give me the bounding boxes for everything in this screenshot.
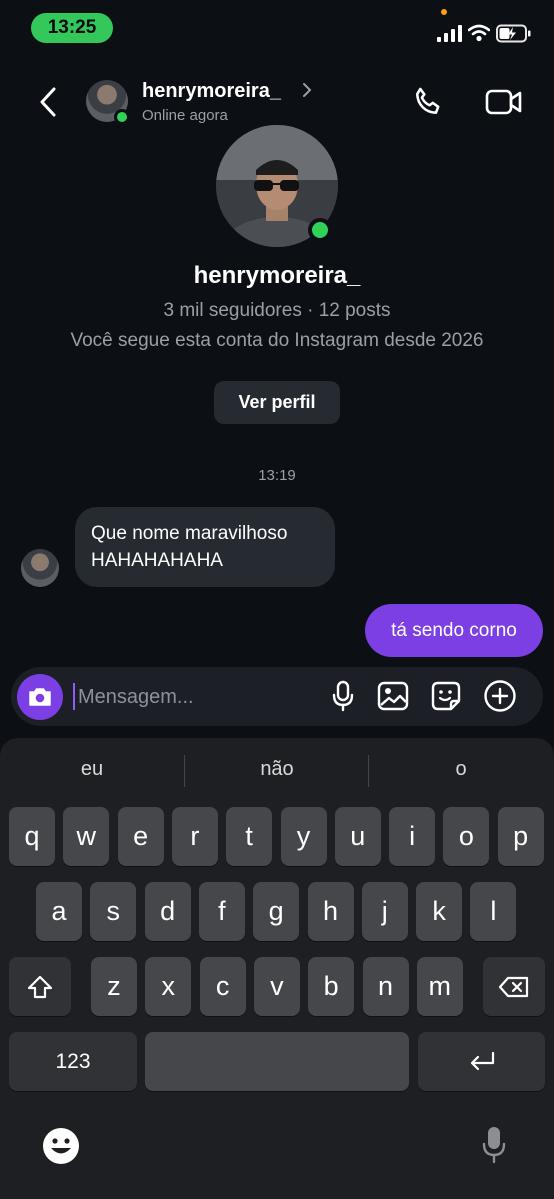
phone-call-icon[interactable]: [411, 85, 445, 119]
text-cursor: [73, 683, 75, 710]
key-a[interactable]: a: [36, 882, 82, 941]
message-input[interactable]: [76, 680, 316, 714]
key-p[interactable]: p: [497, 807, 544, 866]
return-key[interactable]: [418, 1032, 545, 1091]
key-y[interactable]: y: [280, 807, 327, 866]
numbers-key[interactable]: 123: [9, 1032, 137, 1091]
microphone-button[interactable]: [326, 679, 360, 713]
emoji-icon[interactable]: [42, 1127, 80, 1165]
signal-icon: [437, 25, 462, 42]
key-o[interactable]: o: [443, 807, 490, 866]
plus-circle-icon: [484, 680, 516, 712]
key-n[interactable]: n: [362, 957, 409, 1016]
status-time: 13:25: [31, 13, 113, 43]
add-attachment-button[interactable]: [483, 679, 517, 713]
profile-stats: 3 mil seguidores · 12 posts: [163, 300, 391, 321]
incoming-message-line: Que nome maravilhoso: [91, 523, 288, 544]
shift-arrow-icon: [27, 975, 53, 998]
chevron-right-icon[interactable]: [300, 80, 314, 100]
space-key[interactable]: [145, 1032, 409, 1091]
sticker-button[interactable]: [429, 679, 463, 713]
suggestion-divider: [184, 755, 185, 787]
key-l[interactable]: l: [470, 882, 517, 941]
suggestion-word[interactable]: não: [202, 758, 352, 781]
sender-avatar[interactable]: [21, 549, 59, 587]
camera-button[interactable]: [17, 674, 63, 720]
key-j[interactable]: j: [361, 882, 408, 941]
key-m[interactable]: m: [416, 957, 463, 1016]
key-u[interactable]: u: [334, 807, 381, 866]
key-h[interactable]: h: [307, 882, 354, 941]
battery-charging-icon: [496, 24, 531, 43]
privacy-indicator-dot: [441, 9, 447, 15]
key-q[interactable]: q: [9, 807, 55, 866]
video-call-icon[interactable]: [485, 87, 523, 117]
key-e[interactable]: e: [117, 807, 164, 866]
dictation-microphone-icon[interactable]: [481, 1125, 507, 1165]
presence-status: Online agora: [142, 107, 228, 124]
key-v[interactable]: v: [253, 957, 300, 1016]
key-r[interactable]: r: [171, 807, 218, 866]
key-w[interactable]: w: [63, 807, 110, 866]
profile-name: henrymoreira_: [193, 262, 361, 289]
online-indicator: [114, 109, 130, 125]
gallery-button[interactable]: [376, 679, 410, 713]
key-s[interactable]: s: [90, 882, 137, 941]
microphone-icon: [332, 680, 354, 712]
incoming-message-line: HAHAHAHAHA: [91, 550, 223, 571]
header-username[interactable]: henrymoreira_: [142, 80, 281, 103]
image-gallery-icon: [377, 681, 409, 711]
message-timestamp: 13:19: [258, 467, 296, 484]
key-g[interactable]: g: [253, 882, 300, 941]
key-z[interactable]: z: [91, 957, 137, 1016]
wifi-icon: [468, 24, 490, 42]
view-profile-button[interactable]: Ver perfil: [214, 381, 340, 424]
incoming-message[interactable]: Que nome maravilhoso HAHAHAHAHA: [75, 507, 335, 587]
key-c[interactable]: c: [199, 957, 246, 1016]
delete-backward-icon: [498, 976, 529, 997]
suggestion-word[interactable]: eu: [17, 758, 167, 781]
return-arrow-icon: [470, 1051, 494, 1070]
profile-online-indicator: [308, 218, 332, 242]
profile-follow-info: Você segue esta conta do Instagram desde…: [70, 330, 484, 351]
back-arrow-icon[interactable]: [37, 86, 59, 118]
suggestion-word[interactable]: o: [386, 758, 536, 781]
shift-key[interactable]: [9, 957, 71, 1016]
key-b[interactable]: b: [308, 957, 355, 1016]
key-k[interactable]: k: [416, 882, 463, 941]
outgoing-message[interactable]: tá sendo corno: [365, 604, 543, 657]
key-f[interactable]: f: [198, 882, 245, 941]
key-x[interactable]: x: [145, 957, 192, 1016]
camera-icon: [29, 688, 51, 706]
backspace-key[interactable]: [483, 957, 545, 1016]
sticker-icon: [431, 681, 461, 711]
key-d[interactable]: d: [144, 882, 191, 941]
suggestion-divider: [368, 755, 369, 787]
key-i[interactable]: i: [389, 807, 436, 866]
key-t[interactable]: t: [226, 807, 273, 866]
